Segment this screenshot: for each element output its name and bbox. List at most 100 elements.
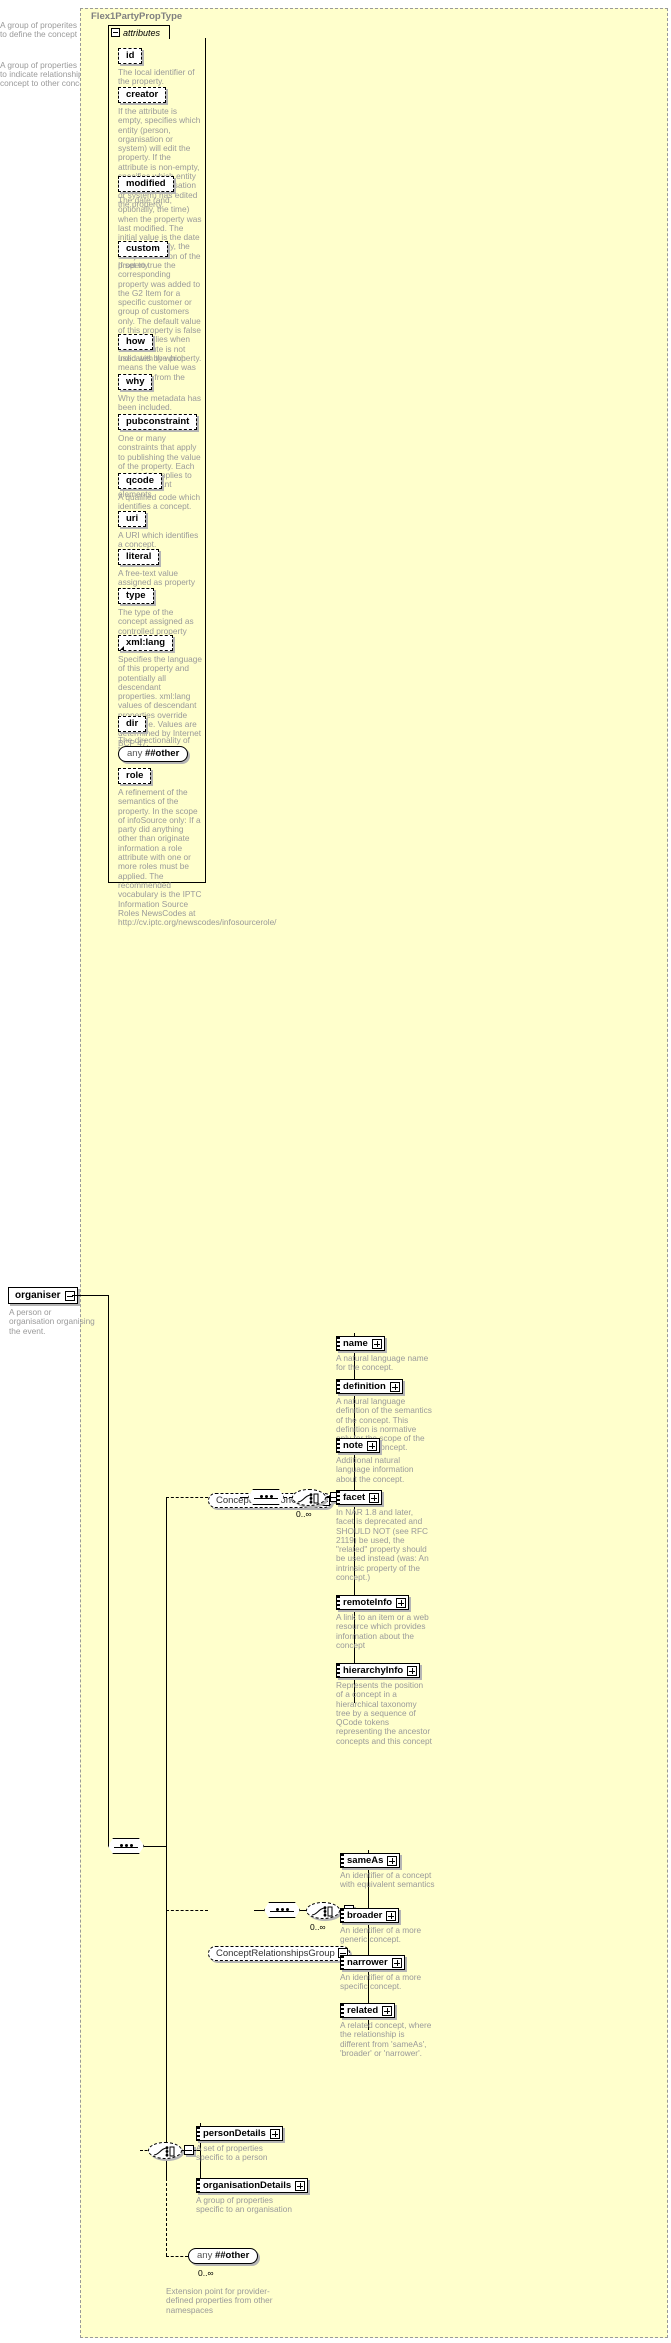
expand-icon[interactable] [407, 1665, 418, 1676]
attribute-box[interactable]: modified [118, 176, 174, 192]
element-label: organisationDetails [203, 2180, 292, 2191]
element-box[interactable]: name [336, 1336, 385, 1351]
expand-icon[interactable] [371, 1338, 382, 1349]
element-box[interactable]: related [340, 2003, 396, 2018]
group1-occurrence: 0..∞ [296, 1509, 312, 1519]
group1-choice-compositor[interactable] [292, 1489, 326, 1506]
sequence-dots [265, 1908, 299, 1911]
expand-icon[interactable] [386, 1910, 397, 1921]
any-namespace: ##other [142, 748, 180, 759]
element-box[interactable]: personDetails [196, 2126, 283, 2141]
element-doc: A link to an item or a web resource whic… [336, 1612, 429, 1650]
sequence-marker-icon [337, 1337, 340, 1350]
expand-icon[interactable] [367, 1440, 378, 1451]
element-box[interactable]: organisationDetails [196, 2178, 309, 2193]
expand-icon[interactable] [391, 1957, 402, 1968]
attributes-tab[interactable]: attributes [108, 25, 170, 39]
attributes-tab-label: attributes [123, 27, 161, 38]
expand-icon[interactable] [369, 1492, 380, 1503]
connector [144, 1846, 166, 1847]
element-box[interactable]: broader [340, 1908, 400, 1923]
attribute-box[interactable]: type [118, 588, 154, 604]
sequence-marker-icon [341, 1956, 344, 1969]
group2-choice-compositor[interactable] [306, 1902, 340, 1919]
element-box[interactable]: facet [336, 1490, 383, 1505]
any-other-element[interactable]: any ##other [188, 2248, 259, 2264]
element-label: hierarchyInfo [343, 1665, 404, 1676]
group2-occurrence: 0..∞ [310, 1922, 326, 1932]
attribute-label: role [126, 770, 144, 781]
attribute-box[interactable]: role [118, 768, 152, 784]
attribute-box[interactable]: literal [118, 549, 160, 565]
attribute-label: dir [126, 718, 139, 729]
element-box[interactable]: definition [336, 1379, 403, 1394]
element-label: note [343, 1440, 364, 1451]
collapse-icon[interactable] [111, 28, 120, 37]
element-box[interactable]: remoteInfo [336, 1595, 410, 1610]
expand-icon[interactable] [269, 2128, 280, 2139]
element-sameas: sameAs An identifier of a concept with eq… [340, 1850, 436, 1890]
choice-glyph [311, 1906, 333, 1917]
attribute-box[interactable]: creator [118, 87, 167, 103]
attribute-box[interactable]: custom [118, 241, 168, 257]
attribute-uri: uri A URI which identifies a concept. [118, 508, 202, 550]
expand-icon[interactable] [389, 1381, 400, 1392]
element-box[interactable]: hierarchyInfo [336, 1663, 421, 1678]
reference-arrow-icon [120, 646, 124, 650]
expand-icon[interactable] [295, 2180, 306, 2191]
root-element-organiser[interactable]: organiser [8, 1287, 78, 1304]
element-broader: broader An identifier of a more generic c… [340, 1905, 436, 1945]
sequence-dots [109, 1844, 143, 1847]
sequence-dots [249, 1495, 283, 1498]
attribute-label: uri [126, 513, 139, 524]
attribute-label: literal [126, 551, 152, 562]
element-label: name [343, 1338, 368, 1349]
sequence-marker-icon [341, 1854, 344, 1867]
attribute-box[interactable]: pubconstraint [118, 414, 198, 430]
attribute-label: modified [126, 178, 166, 189]
sequence-compositor[interactable] [108, 1838, 144, 1854]
element-remoteinfo: remoteInfo A link to an item or a web res… [336, 1592, 432, 1650]
attribute-role: role A refinement of the semantics of the… [118, 765, 277, 928]
expand-icon[interactable] [387, 1855, 398, 1866]
attribute-box[interactable]: why [118, 374, 153, 390]
element-organisationdetails: organisationDetails A group of properties… [196, 2175, 309, 2215]
attribute-box[interactable]: dir [118, 716, 147, 732]
attribute-qcode: qcode A qualified code which identifies a… [118, 470, 202, 512]
expand-icon[interactable] [396, 1597, 407, 1608]
group1-sequence-compositor[interactable] [248, 1489, 284, 1505]
element-name: name A natural language name for the conc… [336, 1333, 432, 1373]
element-box[interactable]: note [336, 1438, 381, 1453]
attribute-box[interactable]: xml:lang [118, 635, 174, 651]
element-box[interactable]: sameAs [340, 1853, 401, 1868]
group-label: ConceptRelationshipsGroup [216, 1947, 335, 1959]
element-box[interactable]: narrower [340, 1955, 405, 1970]
connector [284, 1497, 292, 1498]
element-related: related A related concept, where the rela… [340, 2000, 436, 2058]
attribute-doc: A refinement of the semantics of the pro… [118, 787, 277, 928]
connector [166, 2178, 167, 2256]
attribute-box[interactable]: qcode [118, 473, 162, 489]
sequence-marker-icon [337, 1380, 340, 1393]
element-label: narrower [347, 1957, 388, 1968]
element-doc: A set of properties specific to a person [196, 2143, 268, 2163]
root-element-doc: A person or organisation organising the … [9, 1307, 95, 1336]
root-element-label: organiser [15, 1290, 61, 1301]
sequence-marker-icon [197, 2127, 200, 2140]
attribute-box[interactable]: id [118, 48, 143, 64]
attribute-box[interactable]: uri [118, 511, 147, 527]
element-narrower: narrower An identifier of a more specific… [340, 1952, 436, 1992]
group2-sequence-compositor[interactable] [264, 1902, 300, 1918]
connector [166, 1910, 208, 1911]
group-concept-relationships[interactable]: ConceptRelationshipsGroup [208, 1945, 350, 1961]
attribute-box[interactable]: any ##other [118, 746, 189, 762]
details-choice-compositor[interactable] [148, 2142, 182, 2159]
attribute-label: how [126, 336, 145, 347]
expand-icon[interactable] [382, 2005, 393, 2016]
any-occurrence: 0..∞ [198, 2268, 214, 2278]
sequence-marker-icon [337, 1439, 340, 1452]
connector [72, 1295, 108, 1296]
sequence-marker-icon [341, 2004, 344, 2017]
attribute-label: custom [126, 243, 160, 254]
attribute-box[interactable]: how [118, 334, 153, 350]
